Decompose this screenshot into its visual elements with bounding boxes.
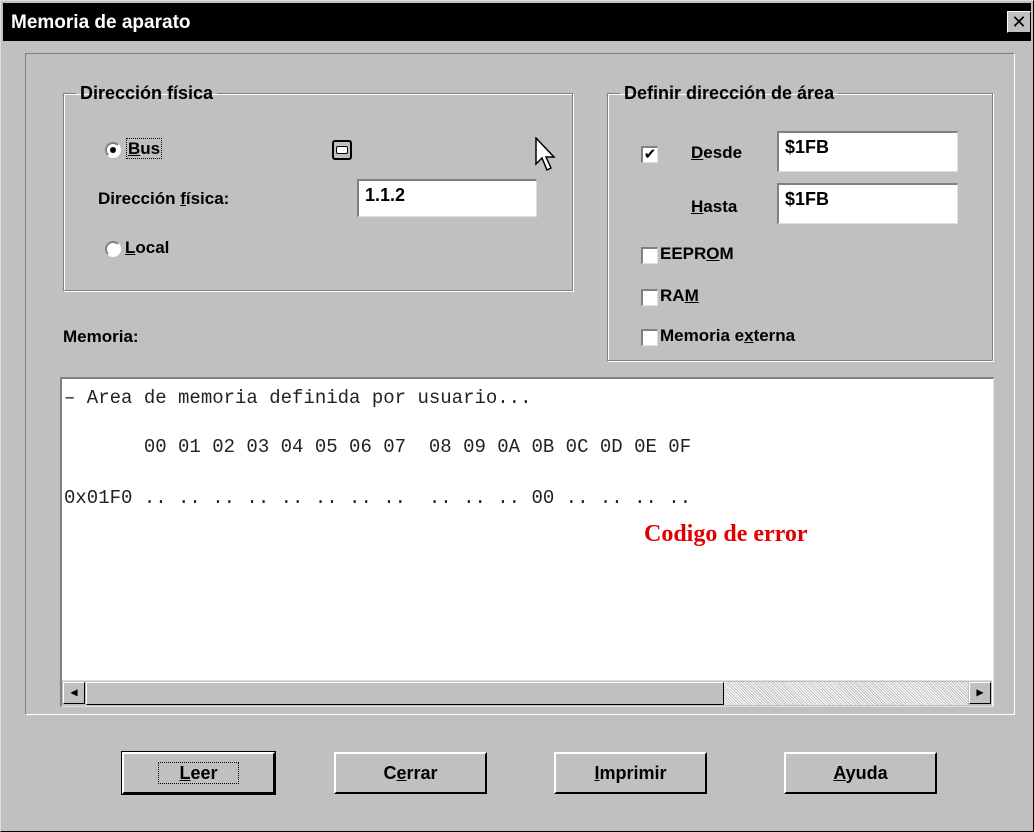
- physical-address-legend: Dirección física: [80, 83, 214, 103]
- memory-column-header: 00 01 02 03 04 05 06 07 08 09 0A 0B 0C 0…: [64, 436, 692, 458]
- external-memory-label[interactable]: Memoria externa: [660, 326, 795, 346]
- hasta-label: Hasta: [691, 197, 738, 216]
- print-button[interactable]: Imprimir: [554, 752, 707, 794]
- eeprom-checkbox[interactable]: [641, 247, 658, 264]
- horizontal-scrollbar[interactable]: ◀ ▶: [62, 680, 992, 706]
- serial-port-icon[interactable]: [332, 140, 352, 160]
- area-address-legend: Definir dirección de área: [624, 83, 835, 103]
- local-radio[interactable]: [105, 241, 121, 257]
- scroll-right-icon[interactable]: ▶: [969, 682, 991, 704]
- error-code-annotation: Codigo de error: [644, 521, 808, 547]
- ram-label[interactable]: RAM: [660, 286, 699, 306]
- mouse-cursor-icon: [535, 137, 556, 172]
- scrollbar-track[interactable]: [86, 682, 968, 705]
- physical-address-label: Dirección física:: [98, 189, 230, 208]
- help-button[interactable]: Ayuda: [784, 752, 937, 794]
- external-memory-checkbox[interactable]: [641, 329, 658, 346]
- bus-radio[interactable]: [105, 142, 121, 158]
- physical-address-input[interactable]: 1.1.2: [357, 179, 537, 217]
- hasta-input[interactable]: $1FB: [777, 183, 958, 224]
- read-button[interactable]: Leer: [121, 751, 276, 795]
- memory-view[interactable]: – Area de memoria definida por usuario..…: [60, 377, 994, 707]
- device-memory-dialog: Memoria de aparato ✕ Dirección física Bu…: [0, 0, 1034, 832]
- window-title: Memoria de aparato: [11, 12, 191, 33]
- desde-label: Desde: [691, 143, 743, 162]
- scroll-left-icon[interactable]: ◀: [63, 682, 85, 704]
- ram-checkbox[interactable]: [641, 289, 658, 306]
- desde-input[interactable]: $1FB: [777, 131, 958, 172]
- bus-label[interactable]: Bus: [126, 138, 163, 159]
- eeprom-label[interactable]: EEPROM: [660, 244, 734, 264]
- local-label[interactable]: Local: [125, 238, 169, 258]
- close-button[interactable]: Cerrar: [334, 752, 487, 794]
- memory-row: 0x01F0 .. .. .. .. .. .. .. .. .. .. .. …: [64, 487, 692, 509]
- title-bar[interactable]: Memoria de aparato ✕: [3, 3, 1031, 41]
- memory-title-line: – Area de memoria definida por usuario..…: [64, 387, 532, 409]
- memory-label: Memoria:: [63, 327, 139, 346]
- close-icon[interactable]: ✕: [1007, 11, 1031, 33]
- scrollbar-thumb[interactable]: [86, 682, 724, 705]
- desde-checkbox[interactable]: ✔: [641, 146, 658, 163]
